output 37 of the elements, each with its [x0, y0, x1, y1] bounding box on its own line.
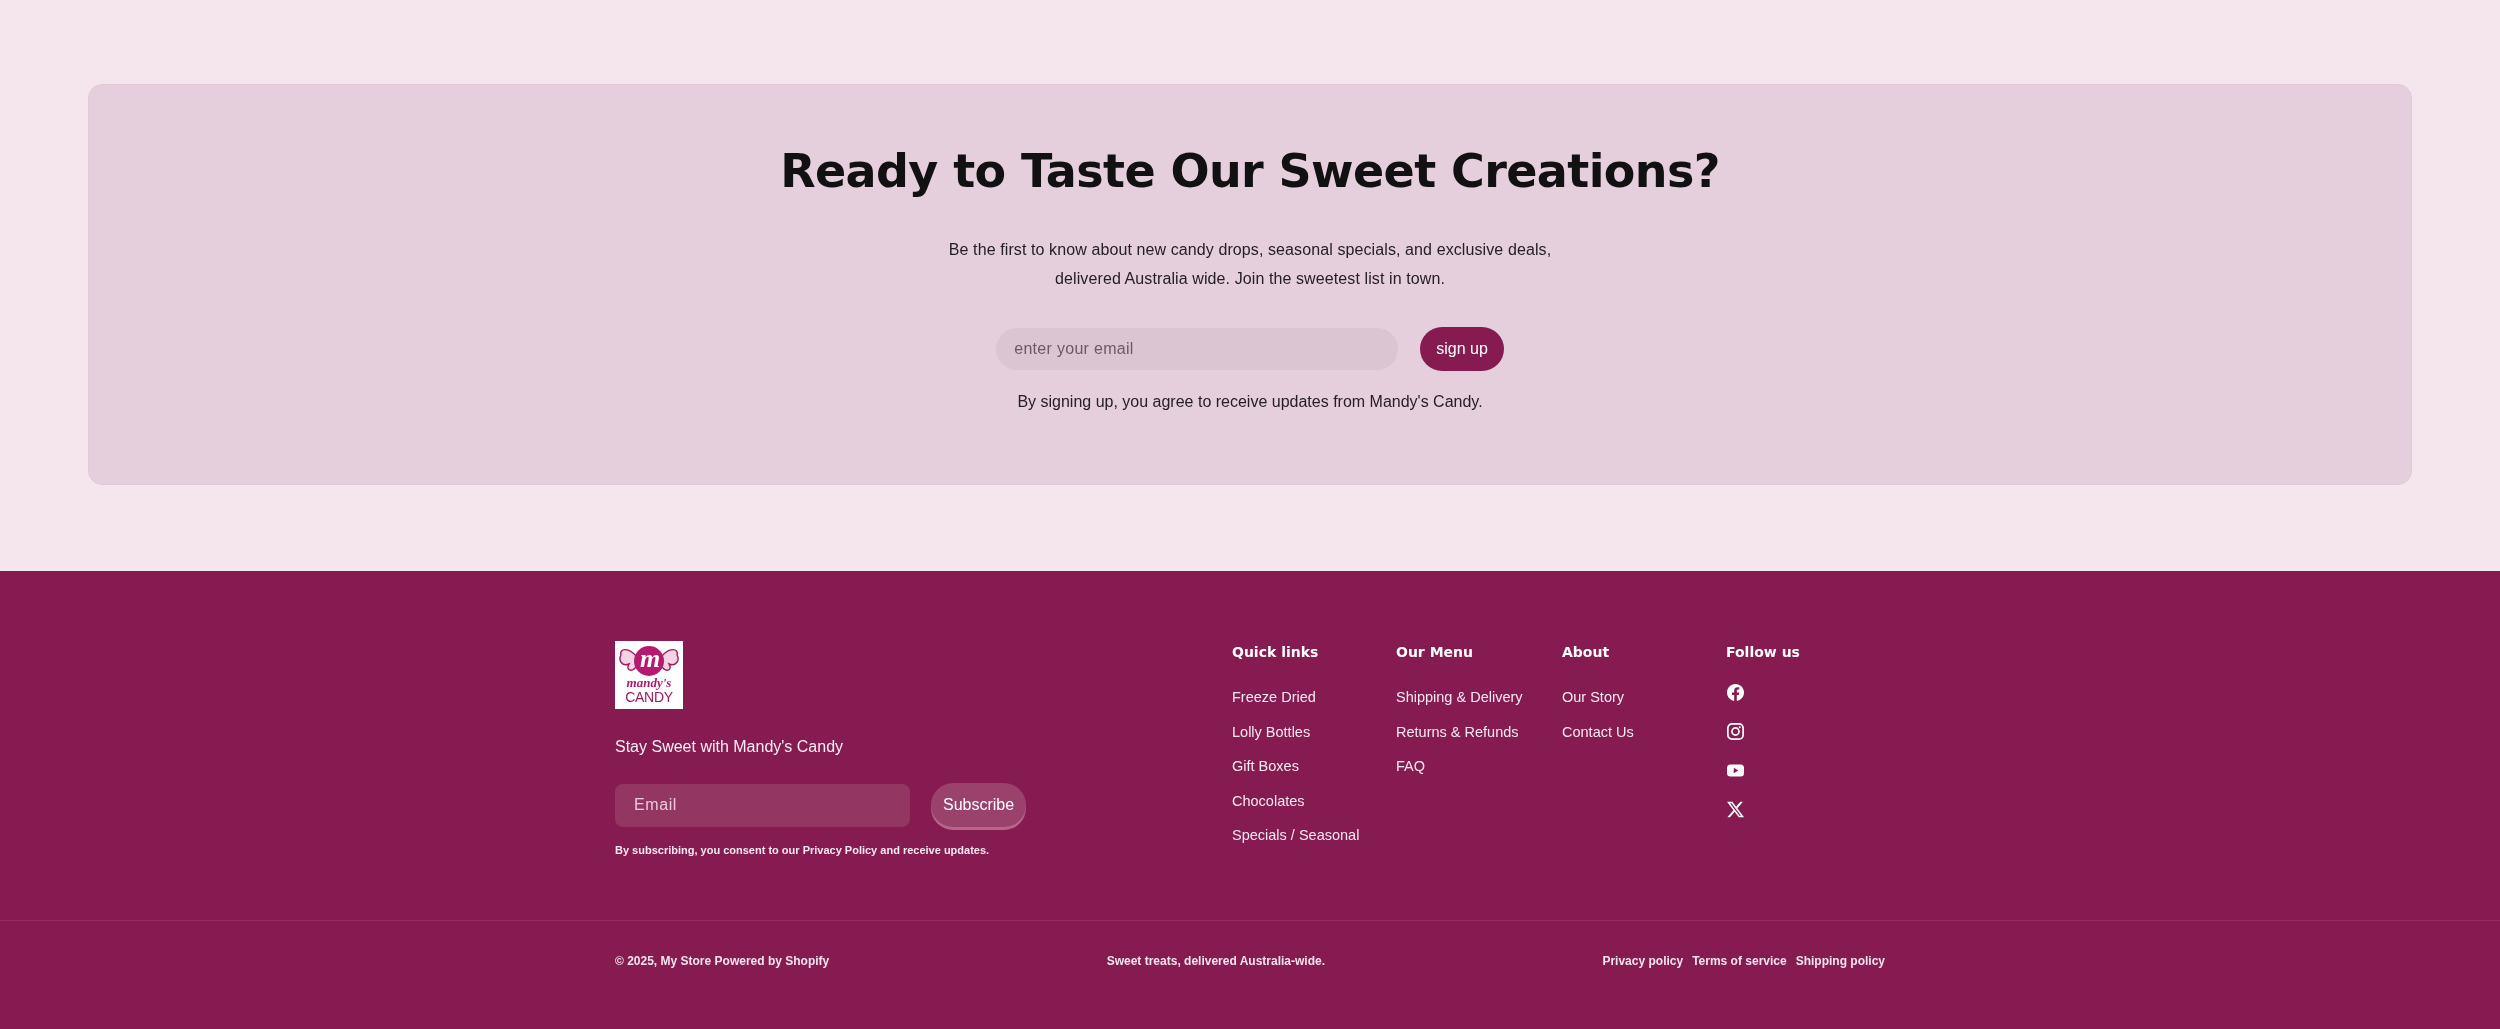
column-heading: About	[1562, 643, 1610, 662]
facebook-icon[interactable]	[1727, 684, 1744, 701]
footer-tagline: Stay Sweet with Mandy's Candy	[615, 737, 844, 757]
footer-link[interactable]: Contact Us	[1562, 721, 1634, 742]
footer-link[interactable]: Chocolates	[1232, 790, 1305, 811]
footer-link[interactable]: Gift Boxes	[1232, 756, 1299, 777]
footer-link[interactable]: Our Story	[1562, 687, 1625, 707]
footer-link[interactable]: Shipping & Delivery	[1396, 687, 1523, 707]
footer-link[interactable]: Returns & Refunds	[1396, 721, 1519, 742]
sign-up-button[interactable]: sign up	[1420, 327, 1504, 371]
newsletter-heading: Ready to Taste Our Sweet Creations?	[780, 143, 1720, 199]
logo[interactable]: m mandy's CANDY	[615, 641, 683, 709]
consent-text: By subscribing, you consent to our Privacy Policy and receive updates.	[615, 843, 990, 858]
footer-link[interactable]: Specials / Seasonal	[1232, 825, 1360, 846]
footer-link[interactable]: Freeze Dried	[1232, 687, 1316, 707]
column-heading: Quick links	[1232, 643, 1319, 662]
instagram-icon[interactable]	[1727, 723, 1744, 740]
candy-icon	[618, 644, 680, 678]
policy-link[interactable]: Privacy policy	[1602, 953, 1684, 969]
youtube-icon[interactable]	[1727, 762, 1744, 779]
logo-wordmark: CANDY	[625, 690, 673, 704]
email-field[interactable]: enter your email	[996, 328, 1399, 370]
x-logo-icon[interactable]	[1727, 801, 1744, 818]
policy-link[interactable]: Shipping policy	[1795, 953, 1885, 969]
footer-link[interactable]: FAQ	[1396, 756, 1425, 777]
footer-slogan: Sweet treats, delivered Australia-wide.	[1106, 953, 1325, 969]
newsletter-description: Be the first to know about new candy drops, seasonal specials, and exclusive deals, delivered Australia wide. Join the sweetest list in town.	[947, 240, 1553, 289]
email-field[interactable]: Email	[615, 783, 910, 827]
subscribe-button[interactable]: Subscribe	[931, 783, 1027, 827]
logo-letter: m	[640, 645, 658, 673]
policy-link[interactable]: Terms of service	[1692, 953, 1787, 969]
signup-note: By signing up, you agree to receive updates from Mandy's Candy.	[1017, 392, 1483, 412]
copyright-text: © 2025, My Store Powered by Shopify	[615, 953, 830, 969]
footer-link[interactable]: Lolly Bottles	[1232, 721, 1311, 742]
logo-wordmark: mandy's	[626, 676, 672, 690]
column-heading: Follow us	[1726, 643, 1800, 662]
column-heading: Our Menu	[1396, 643, 1473, 662]
